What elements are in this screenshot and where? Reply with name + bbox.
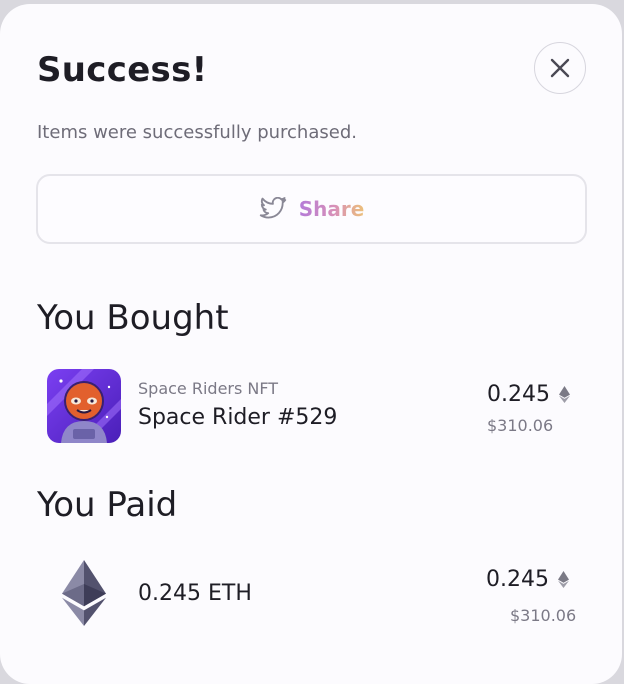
share-button[interactable]: Share — [36, 174, 587, 244]
modal-subtitle: Items were successfully purchased. — [37, 122, 357, 143]
bought-price-value: 0.245 — [487, 382, 550, 407]
you-paid-heading: You Paid — [37, 485, 178, 525]
nft-item-name[interactable]: Space Rider #529 — [138, 405, 337, 430]
paid-price: 0.245 — [486, 567, 569, 592]
share-label: Share — [298, 197, 365, 221]
ethereum-logo-icon — [62, 560, 106, 630]
twitter-icon — [259, 197, 286, 219]
bought-price: 0.245 — [487, 382, 570, 407]
paid-price-usd: $310.06 — [510, 606, 577, 625]
you-bought-heading: You Bought — [37, 298, 229, 338]
eth-icon — [557, 571, 569, 588]
modal-title: Success! — [37, 50, 208, 90]
paid-price-value: 0.245 — [486, 567, 549, 592]
nft-thumbnail[interactable] — [47, 369, 121, 443]
close-button[interactable] — [534, 42, 586, 94]
success-modal: Success! Items were successfully purchas… — [0, 4, 622, 684]
nft-collection-name: Space Riders NFT — [138, 379, 279, 398]
close-icon — [550, 58, 570, 78]
bought-price-usd: $310.06 — [487, 416, 554, 435]
eth-icon — [558, 386, 570, 403]
paid-token-amount: 0.245 ETH — [138, 581, 252, 606]
